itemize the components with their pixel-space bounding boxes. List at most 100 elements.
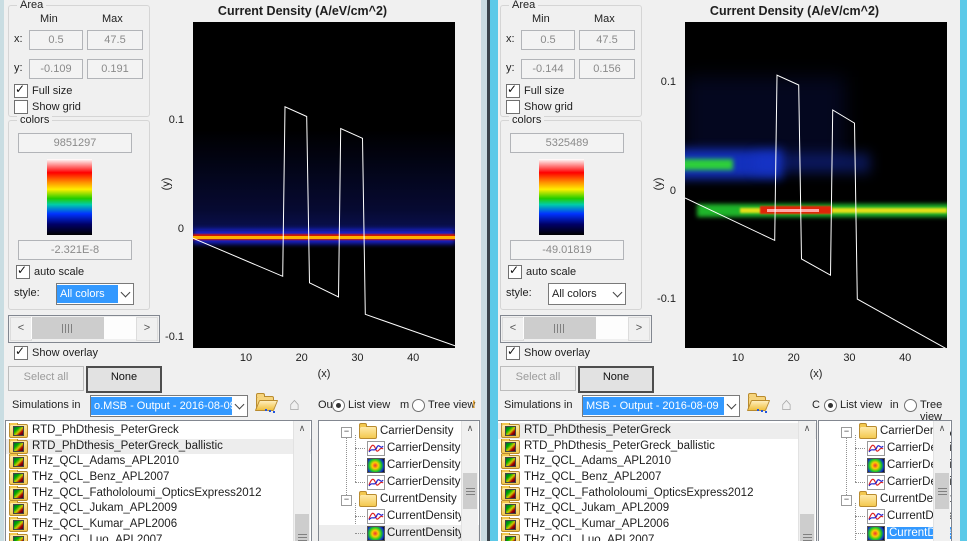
chevron-down-icon[interactable] bbox=[610, 284, 625, 304]
scroll-up-button[interactable]: ∧ bbox=[799, 421, 815, 436]
color-max-field[interactable]: 5325489 bbox=[510, 133, 624, 153]
style-select[interactable]: All colors bbox=[56, 283, 134, 305]
scroll-up-button[interactable]: ∧ bbox=[934, 421, 950, 436]
open-folder-icon[interactable] bbox=[256, 396, 276, 409]
tree-folder[interactable]: −CurrentDensity bbox=[819, 491, 951, 508]
list-item[interactable]: THz_QCL_Benz_APL2007 bbox=[6, 470, 311, 486]
scrollbar-thumb[interactable] bbox=[295, 514, 309, 541]
dataset-tree[interactable]: −CarrierDensityCarrierDensityCarrierDens… bbox=[818, 420, 952, 541]
tree-item[interactable]: CurrentDensity bbox=[819, 525, 951, 541]
list-item[interactable]: THz_QCL_Adams_APL2010 bbox=[498, 454, 816, 470]
list-item[interactable]: RTD_PhDthesis_PeterGreck bbox=[498, 423, 816, 439]
select-all-button[interactable]: Select all bbox=[8, 366, 84, 391]
simulation-file-list[interactable]: RTD_PhDthesis_PeterGreckRTD_PhDthesis_Pe… bbox=[5, 420, 312, 541]
list-item[interactable]: RTD_PhDthesis_PeterGreck_ballistic bbox=[498, 439, 816, 455]
color-min-field[interactable]: -49.01819 bbox=[510, 240, 624, 260]
file-list-scrollbar[interactable]: ∧ bbox=[293, 421, 310, 541]
list-item[interactable]: RTD_PhDthesis_PeterGreck_ballistic bbox=[6, 439, 311, 455]
tree-item[interactable]: CarrierDensity bbox=[819, 457, 951, 474]
style-select[interactable]: All colors bbox=[548, 283, 626, 305]
scroll-left-button[interactable]: < bbox=[502, 317, 524, 341]
tree-item[interactable]: CarrierDensity bbox=[319, 457, 479, 474]
tree-item[interactable]: CarrierDensity bbox=[319, 440, 479, 457]
tree-item[interactable]: CarrierDensity bbox=[819, 474, 951, 491]
color-min-field[interactable]: -2.321E-8 bbox=[18, 240, 132, 260]
x-max-field[interactable]: 47.5 bbox=[87, 30, 143, 50]
list-item[interactable]: THz_QCL_Kumar_APL2006 bbox=[498, 517, 816, 533]
tree-item[interactable]: CarrierDensity bbox=[819, 440, 951, 457]
list-view-radio[interactable] bbox=[332, 399, 345, 412]
pan-scrollbar[interactable]: < > bbox=[8, 315, 160, 343]
open-folder-icon[interactable] bbox=[748, 396, 768, 409]
simulations-select[interactable]: MSB - Output - 2016-08-09 bbox=[582, 395, 740, 417]
heatmap-plot[interactable] bbox=[193, 22, 455, 348]
chevron-down-icon[interactable] bbox=[232, 396, 247, 416]
pan-scrollbar[interactable]: < > bbox=[500, 315, 652, 343]
list-item[interactable]: THz_QCL_Kumar_APL2006 bbox=[6, 517, 311, 533]
scrollbar-thumb[interactable] bbox=[800, 514, 814, 541]
heatmap-plot[interactable] bbox=[685, 22, 947, 348]
pan-scrollbar-thumb[interactable] bbox=[32, 317, 104, 339]
scroll-left-button[interactable]: < bbox=[10, 317, 32, 341]
y-max-field[interactable]: 0.156 bbox=[579, 59, 635, 79]
file-list-scrollbar[interactable]: ∧ bbox=[798, 421, 815, 541]
tree-view-radio[interactable] bbox=[904, 399, 917, 412]
scroll-up-button[interactable]: ∧ bbox=[294, 421, 310, 436]
list-item[interactable]: THz_QCL_Fathololoumi_OpticsExpress2012 bbox=[498, 486, 816, 502]
list-item[interactable]: THz_QCL_Jukam_APL2009 bbox=[6, 501, 311, 517]
collapse-icon[interactable]: − bbox=[841, 427, 852, 438]
tree-scrollbar[interactable]: ∧ bbox=[933, 421, 950, 541]
show-overlay-checkbox[interactable]: ✓ bbox=[14, 346, 28, 360]
tree-folder[interactable]: −CarrierDensity bbox=[819, 423, 951, 440]
tree-item[interactable]: CarrierDensity bbox=[319, 474, 479, 491]
x-max-field[interactable]: 47.5 bbox=[579, 30, 635, 50]
tree-view-radio[interactable] bbox=[412, 399, 425, 412]
tree-folder[interactable]: −CarrierDensity bbox=[319, 423, 479, 440]
list-item[interactable]: THz_QCL_Fathololoumi_OpticsExpress2012 bbox=[6, 486, 311, 502]
tree-item[interactable]: CurrentDensity bbox=[319, 508, 479, 525]
pan-scrollbar-thumb[interactable] bbox=[524, 317, 596, 339]
full-size-checkbox[interactable]: ✓ bbox=[506, 84, 520, 98]
scrollbar-thumb[interactable] bbox=[463, 473, 477, 509]
list-item[interactable]: RTD_PhDthesis_PeterGreck bbox=[6, 423, 311, 439]
list-item[interactable]: THz_QCL_Benz_APL2007 bbox=[498, 470, 816, 486]
collapse-icon[interactable]: − bbox=[341, 495, 352, 506]
simulations-select[interactable]: o.MSB - Output - 2016-08-09 bbox=[90, 395, 248, 417]
tree-folder[interactable]: −CurrentDensity bbox=[319, 491, 479, 508]
tree-item[interactable]: CurrentDensity bbox=[819, 508, 951, 525]
collapse-icon[interactable]: − bbox=[841, 495, 852, 506]
list-item[interactable]: THz_QCL_Luo_APL2007 bbox=[6, 533, 311, 541]
pan-scrollbar-track[interactable] bbox=[523, 317, 629, 339]
scrollbar-thumb[interactable] bbox=[935, 473, 949, 509]
y-max-field[interactable]: 0.191 bbox=[87, 59, 143, 79]
auto-scale-checkbox[interactable]: ✓ bbox=[508, 265, 522, 279]
auto-scale-checkbox[interactable]: ✓ bbox=[16, 265, 30, 279]
y-min-field[interactable]: -0.109 bbox=[29, 59, 83, 79]
none-button[interactable]: None bbox=[578, 366, 654, 393]
color-max-field[interactable]: 9851297 bbox=[18, 133, 132, 153]
scroll-up-button[interactable]: ∧ bbox=[462, 421, 478, 436]
simulation-file-list[interactable]: RTD_PhDthesis_PeterGreckRTD_PhDthesis_Pe… bbox=[497, 420, 817, 541]
list-item[interactable]: THz_QCL_Luo_APL2007 bbox=[498, 533, 816, 541]
tree-item[interactable]: CurrentDensity bbox=[319, 525, 479, 541]
full-size-checkbox[interactable]: ✓ bbox=[14, 84, 28, 98]
collapse-icon[interactable]: − bbox=[341, 427, 352, 438]
list-item[interactable]: THz_QCL_Jukam_APL2009 bbox=[498, 501, 816, 517]
none-button[interactable]: None bbox=[86, 366, 162, 393]
show-grid-checkbox[interactable]: ✓ bbox=[14, 100, 28, 114]
list-item[interactable]: THz_QCL_Adams_APL2010 bbox=[6, 454, 311, 470]
pan-scrollbar-track[interactable] bbox=[31, 317, 137, 339]
tree-scrollbar[interactable]: ∧ bbox=[461, 421, 478, 541]
x-min-field[interactable]: 0.5 bbox=[521, 30, 575, 50]
home-icon[interactable]: ⌂ bbox=[289, 396, 300, 412]
y-min-field[interactable]: -0.144 bbox=[521, 59, 575, 79]
chevron-down-icon[interactable] bbox=[724, 396, 739, 416]
show-overlay-checkbox[interactable]: ✓ bbox=[506, 346, 520, 360]
show-grid-checkbox[interactable]: ✓ bbox=[506, 100, 520, 114]
x-min-field[interactable]: 0.5 bbox=[29, 30, 83, 50]
chevron-down-icon[interactable] bbox=[118, 284, 133, 304]
home-icon[interactable]: ⌂ bbox=[781, 396, 792, 412]
dataset-tree[interactable]: −CarrierDensityCarrierDensityCarrierDens… bbox=[318, 420, 480, 541]
select-all-button[interactable]: Select all bbox=[500, 366, 576, 391]
list-view-radio[interactable] bbox=[824, 399, 837, 412]
